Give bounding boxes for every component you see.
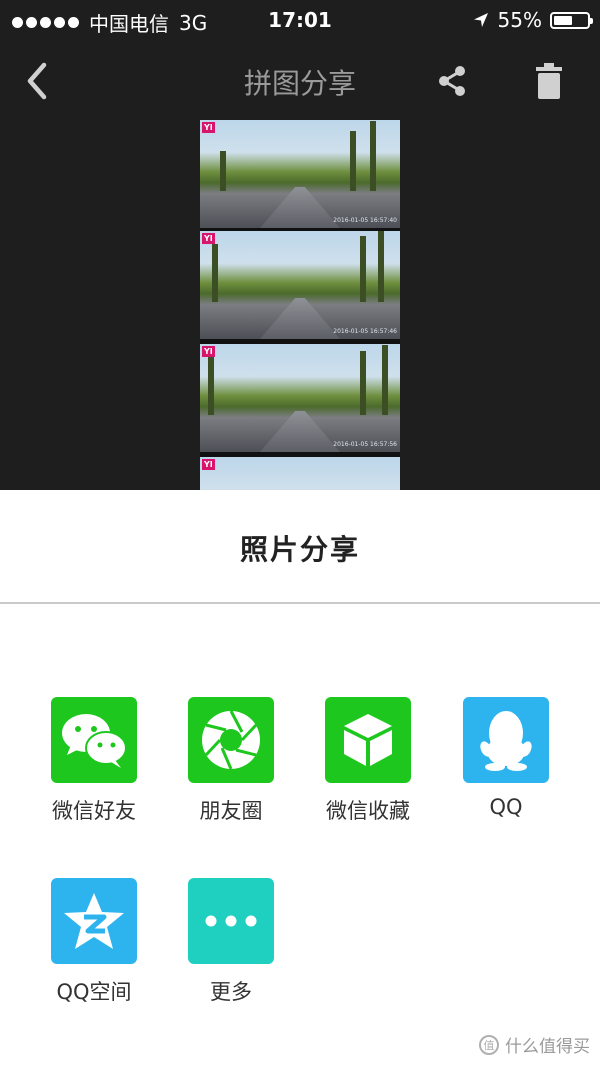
video-frame: YI 2016-01-05 16:57:56 (200, 344, 400, 452)
yi-logo: YI (202, 233, 215, 244)
wechat-favorites-icon (344, 714, 392, 766)
watermark: 值 什么值得买 (479, 1032, 590, 1057)
share-wechat-friends[interactable]: 微信好友 (19, 697, 169, 825)
moments-icon (202, 710, 260, 770)
wechat-icon (62, 714, 127, 768)
collage-preview: YI 2016-01-05 16:57:40 YI 2016-01-05 16:… (200, 120, 400, 490)
video-frame: YI 2016-01-05 16:57:46 (200, 231, 400, 339)
share-moments-tile[interactable] (188, 697, 274, 783)
nav-bar: 拼图分享 (0, 42, 600, 114)
page-title: 拼图分享 (243, 67, 356, 100)
share-qq-label: QQ (489, 795, 523, 819)
share-qq-tile[interactable] (463, 697, 549, 783)
watermark-badge: 值 (479, 1034, 499, 1055)
more-icon (205, 915, 257, 927)
status-right: 55% (472, 8, 593, 32)
share-more-label: 更多 (210, 980, 252, 1004)
qzone-icon (64, 893, 124, 949)
status-bar: 中国电信 3G 17:01 55% (0, 0, 600, 40)
share-wechat-friends-label: 微信好友 (52, 799, 136, 823)
share-moments[interactable]: 朋友圈 (156, 697, 306, 825)
share-moments-label: 朋友圈 (199, 799, 263, 823)
share-icon (439, 66, 465, 96)
share-wechat-favorites-label: 微信收藏 (326, 799, 410, 823)
share-wechat-favorites[interactable]: 微信收藏 (293, 697, 443, 825)
location-arrow-icon (473, 13, 488, 27)
battery-percent: 55% (497, 8, 542, 32)
video-frame: YI (200, 457, 400, 490)
delete-button[interactable] (524, 56, 574, 106)
share-qzone-label: QQ空间 (56, 980, 132, 1004)
share-wechat-friends-tile[interactable] (51, 697, 137, 783)
trash-icon (536, 63, 562, 99)
watermark-text: 什么值得买 (505, 1037, 590, 1057)
share-more-tile[interactable] (188, 878, 274, 964)
yi-logo: YI (202, 459, 215, 470)
qq-icon (480, 711, 532, 771)
share-sheet-title: 照片分享 (239, 533, 360, 566)
battery-icon (550, 11, 593, 29)
share-wechat-favorites-tile[interactable] (325, 697, 411, 783)
share-sheet: 照片分享 微信好友 朋友圈 微信收藏 QQ QQ空间 更多 值 什么值得买 (0, 490, 600, 1065)
video-frame: YI 2016-01-05 16:57:40 (200, 120, 400, 228)
share-button[interactable] (427, 56, 477, 106)
share-qzone-tile[interactable] (51, 878, 137, 964)
share-qzone[interactable]: QQ空间 (19, 878, 169, 1006)
yi-logo: YI (202, 346, 215, 357)
divider (0, 602, 600, 604)
share-more[interactable]: 更多 (156, 878, 306, 1006)
share-qq[interactable]: QQ (431, 697, 581, 819)
yi-logo: YI (202, 122, 215, 133)
